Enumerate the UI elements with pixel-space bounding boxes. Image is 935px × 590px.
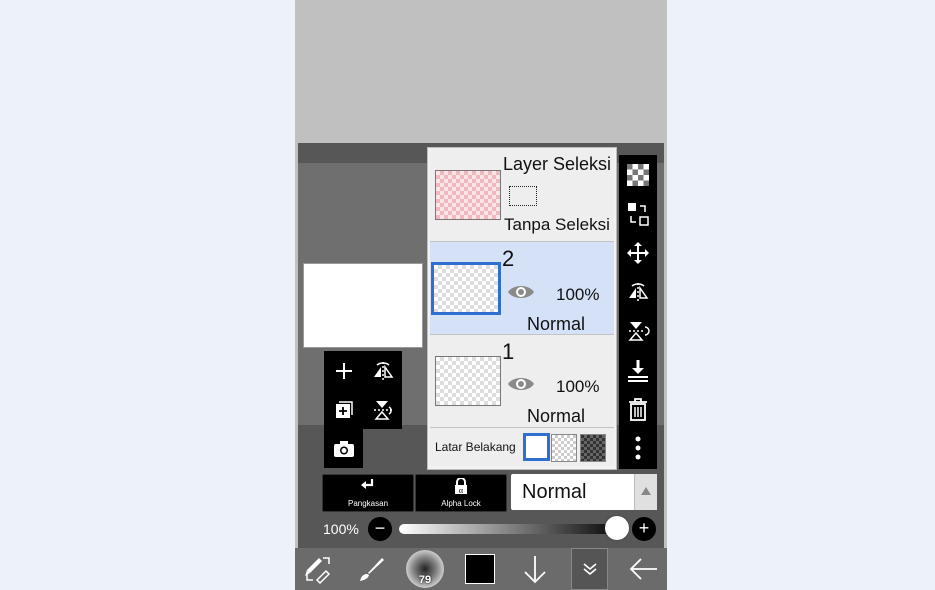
transform-button[interactable] xyxy=(619,194,657,233)
chevron-up-icon xyxy=(641,487,651,495)
arrow-down-button[interactable] xyxy=(517,548,553,590)
trash-icon xyxy=(629,397,647,421)
layer-blend-mode: Normal xyxy=(527,314,586,334)
layer-thumbnail xyxy=(435,356,501,406)
brush-size-preview: 79 xyxy=(406,550,444,588)
blend-mode-value: Normal xyxy=(522,481,587,503)
add-copy-icon xyxy=(335,400,353,418)
camera-button[interactable] xyxy=(324,429,363,468)
checkerboard-icon xyxy=(627,163,649,186)
alpha-lock-label: Alpha Lock xyxy=(441,499,481,508)
selection-marquee-icon xyxy=(509,186,537,206)
brush-icon xyxy=(360,558,384,581)
background-row: Latar Belakang xyxy=(430,428,614,466)
back-button[interactable] xyxy=(625,548,661,590)
layer-row[interactable]: 1 100% Normal xyxy=(430,335,614,428)
background-transparent-swatch[interactable] xyxy=(551,434,577,462)
canvas-preview xyxy=(303,263,423,348)
flip-vertical-icon xyxy=(373,400,392,420)
opacity-decrease-button[interactable]: − xyxy=(368,517,392,541)
clipping-button[interactable]: Pangkasan xyxy=(322,474,414,512)
layers-toggle-button[interactable] xyxy=(571,548,608,590)
color-button[interactable] xyxy=(463,548,497,590)
move-icon xyxy=(627,241,649,264)
opacity-label: 100% xyxy=(323,521,359,537)
merge-down-button[interactable] xyxy=(619,350,657,389)
arrow-down-icon xyxy=(524,556,546,584)
back-arrow-icon xyxy=(629,558,657,580)
add-layer-button[interactable] xyxy=(324,351,363,390)
copy-layer-button[interactable] xyxy=(324,390,363,429)
rotate-button[interactable] xyxy=(619,311,657,350)
flip-button[interactable] xyxy=(619,272,657,311)
background-dark-swatch[interactable] xyxy=(580,434,606,462)
eye-icon[interactable] xyxy=(507,375,535,398)
eye-icon[interactable] xyxy=(507,283,535,306)
lock-icon: α xyxy=(455,477,467,495)
phone-screen: Layer Seleksi Tanpa Seleksi 2 100% Norma… xyxy=(295,0,667,590)
brush-size-value: 79 xyxy=(418,574,432,586)
selection-status: Tanpa Seleksi xyxy=(504,215,610,234)
selection-layer-row[interactable]: Layer Seleksi Tanpa Seleksi xyxy=(430,148,614,242)
layers-panel: Layer Seleksi Tanpa Seleksi 2 100% Norma… xyxy=(427,147,617,470)
clipping-icon xyxy=(361,479,374,489)
background-white-swatch[interactable] xyxy=(523,433,550,461)
blend-dropdown-arrow[interactable] xyxy=(634,474,657,510)
flip-horizontal-icon xyxy=(373,361,393,380)
layer-number: 1 xyxy=(502,339,515,364)
layer-number: 2 xyxy=(502,246,515,271)
more-options-button[interactable] xyxy=(619,428,657,467)
transform-icon xyxy=(628,202,649,226)
layer-opacity: 100% xyxy=(556,377,600,396)
blend-mode-select[interactable]: Normal xyxy=(511,474,657,510)
swap-tools-icon xyxy=(305,557,331,584)
brush-tool-button[interactable] xyxy=(351,548,391,590)
layer-thumbnail xyxy=(431,262,501,315)
add-layer-icon xyxy=(335,362,352,379)
selection-layer-title: Layer Seleksi xyxy=(503,154,612,174)
background-label: Latar Belakang xyxy=(435,440,516,454)
chevron-down-icon xyxy=(582,563,597,576)
swap-tools-button[interactable] xyxy=(299,548,337,590)
checkerboard-button[interactable] xyxy=(619,155,657,194)
flip-horizontal-button[interactable] xyxy=(363,351,402,390)
opacity-slider[interactable] xyxy=(399,524,625,534)
layer-opacity: 100% xyxy=(556,285,600,304)
move-button[interactable] xyxy=(619,233,657,272)
clipping-label: Pangkasan xyxy=(347,499,389,508)
layer-quick-tools xyxy=(324,351,402,468)
layer-blend-mode: Normal xyxy=(527,406,586,426)
flip-icon xyxy=(629,282,649,301)
camera-icon xyxy=(333,440,354,457)
rotate-icon xyxy=(628,321,650,341)
brush-size-button[interactable]: 79 xyxy=(405,548,445,590)
merge-down-icon xyxy=(628,359,648,382)
alpha-lock-button[interactable]: α Alpha Lock xyxy=(415,474,507,512)
bottom-toolbar: 79 xyxy=(295,548,667,590)
primary-color-swatch xyxy=(465,554,495,584)
plus-icon: + xyxy=(638,518,650,538)
more-icon xyxy=(635,436,641,459)
delete-layer-button[interactable] xyxy=(619,389,657,428)
minus-icon: − xyxy=(374,518,386,538)
layer-row[interactable]: 2 100% Normal xyxy=(430,242,614,335)
opacity-slider-knob[interactable] xyxy=(605,516,629,540)
layer-toolbar xyxy=(619,155,657,469)
flip-vertical-button[interactable] xyxy=(363,390,402,429)
opacity-increase-button[interactable]: + xyxy=(632,517,656,541)
selection-layer-thumbnail xyxy=(435,170,501,220)
